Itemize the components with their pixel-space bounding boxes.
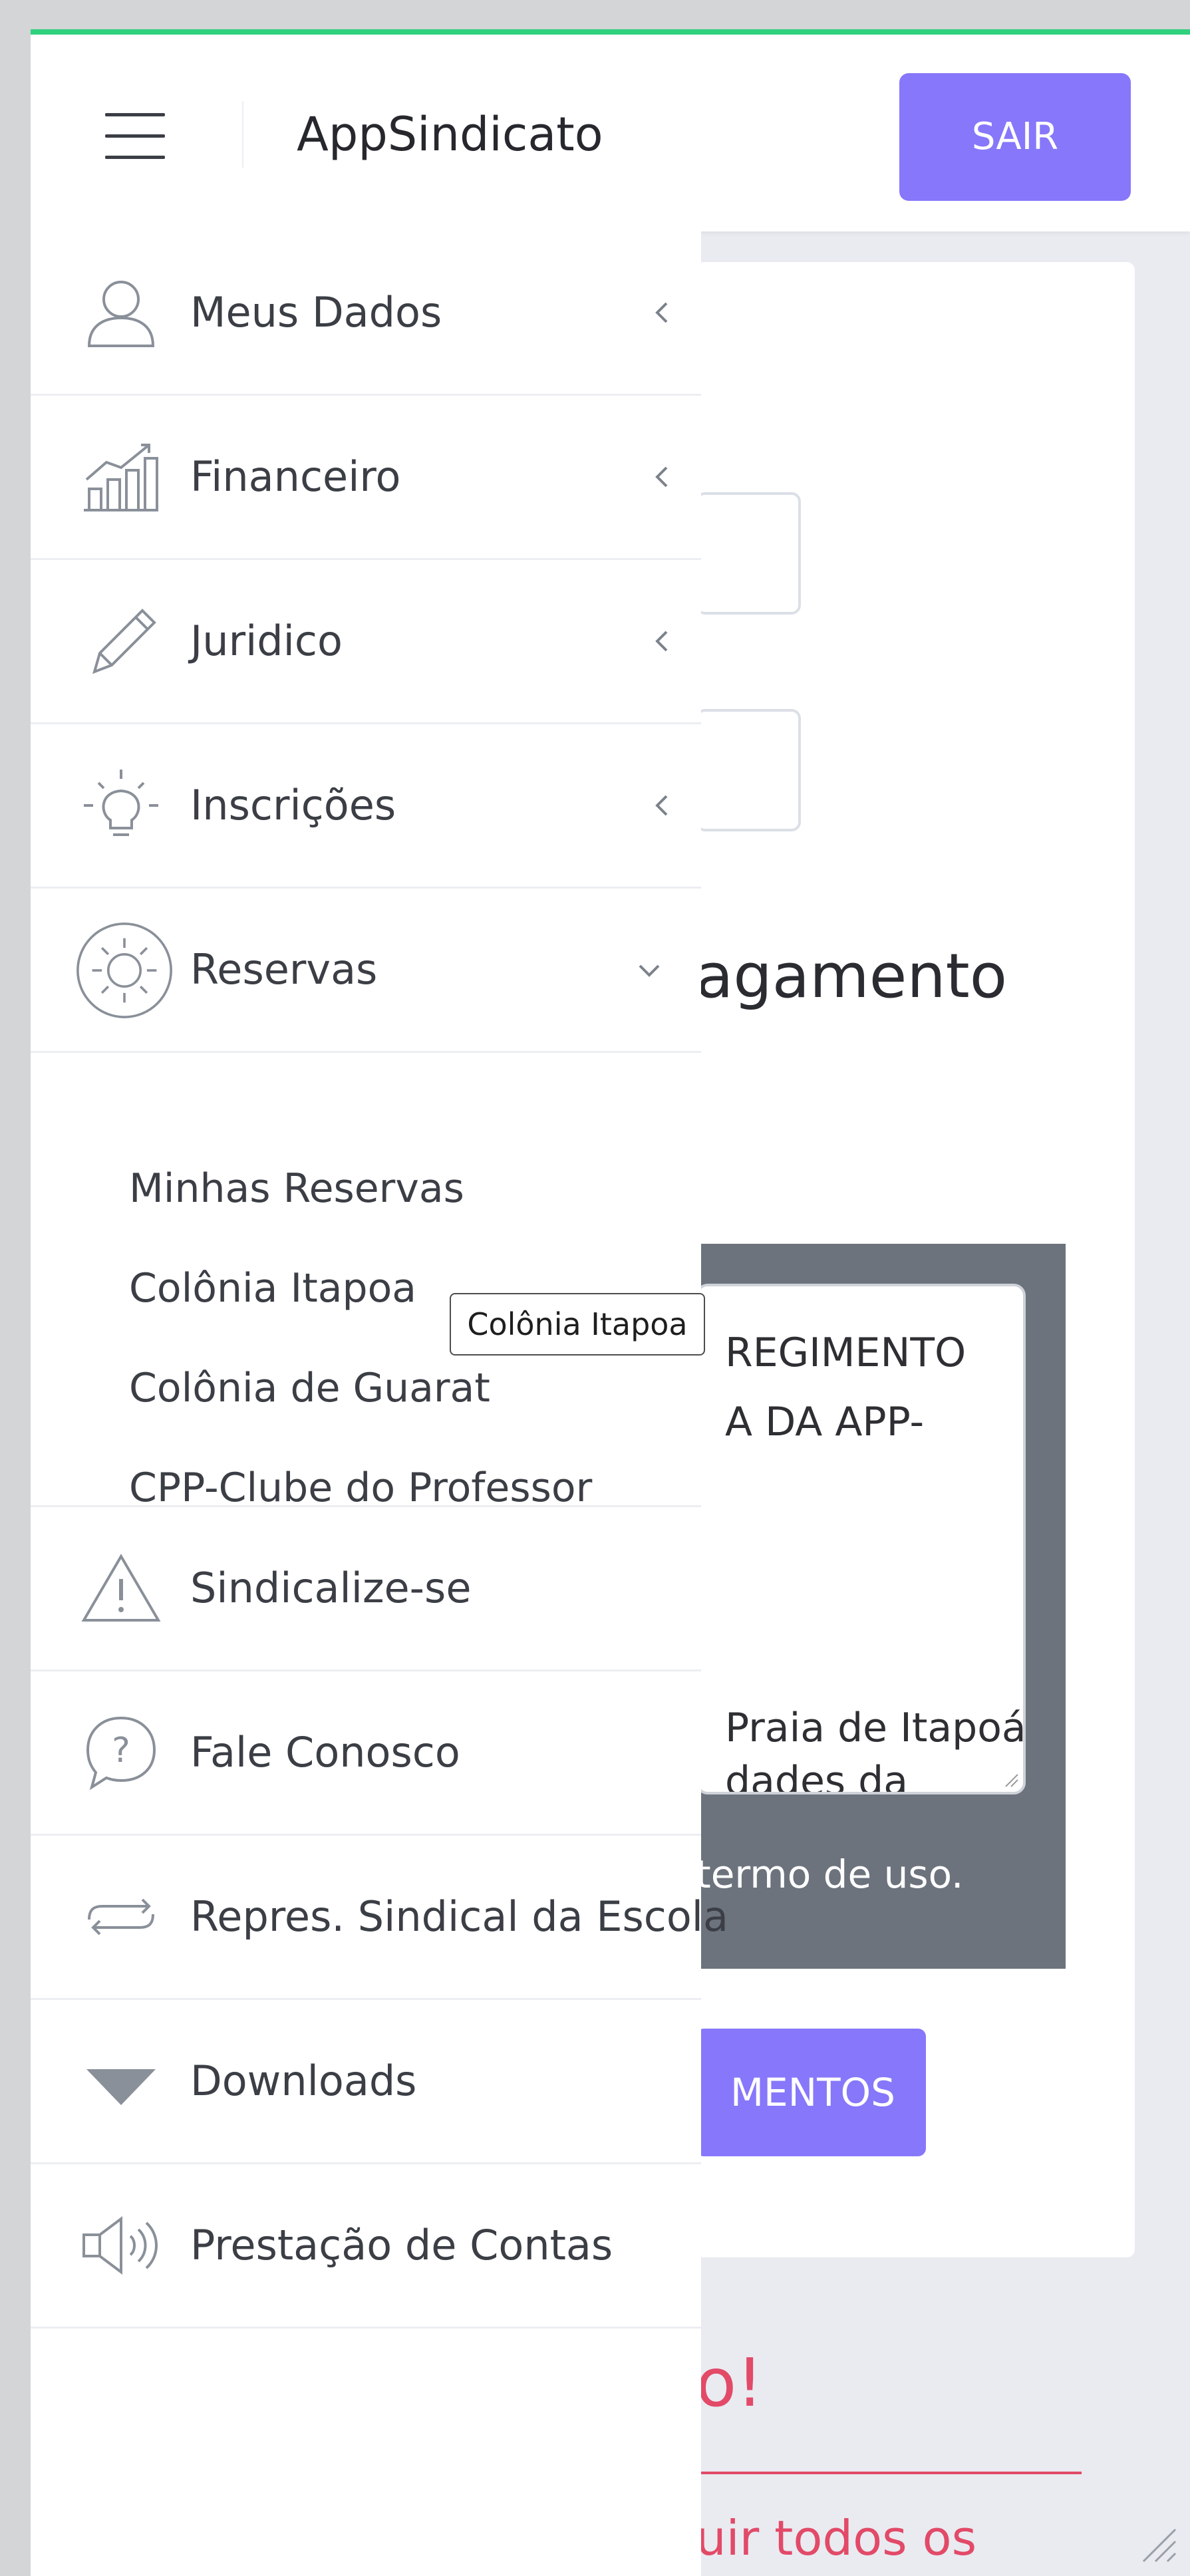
- sidebar-item-label: Sindicalize-se: [190, 1564, 472, 1612]
- sidebar-item-fale-conosco[interactable]: ? Fale Conosco: [31, 1671, 701, 1836]
- exchange-icon: [88, 1898, 154, 1935]
- chevron-left-icon: [655, 302, 668, 323]
- sidebar-item-downloads[interactable]: Downloads: [31, 2000, 701, 2164]
- sidebar-item-label: Juridico: [190, 617, 343, 665]
- sidebar-item-label: Prestação de Contas: [190, 2221, 613, 2269]
- lightbulb-icon: [84, 770, 158, 836]
- terms-line: A DA APP-: [725, 1399, 925, 1445]
- terms-line: dades da: [725, 1758, 909, 1794]
- terms-note: termo de uso.: [696, 1852, 964, 1897]
- sidebar-item-repres-sindical[interactable]: Repres. Sindical da Escola: [31, 1836, 728, 2000]
- pencil-icon: [92, 609, 156, 674]
- sidebar-item-label: Downloads: [190, 2057, 417, 2105]
- svg-text:?: ?: [112, 1731, 130, 1771]
- sidebar-item-label: Repres. Sindical da Escola: [190, 1892, 729, 1941]
- chevron-down-icon: [639, 964, 660, 977]
- sidebar-item-inscricoes[interactable]: Inscrições: [31, 724, 701, 889]
- chevron-left-icon: [655, 795, 668, 816]
- question-icon: ?: [86, 1716, 156, 1790]
- triangle-down-icon: [86, 2069, 156, 2105]
- sidebar-item-prestacao-contas[interactable]: Prestação de Contas: [31, 2164, 701, 2329]
- sidebar-item-meus-dados[interactable]: Meus Dados: [31, 231, 701, 396]
- submenu-item-colonia-itapoa[interactable]: Colônia Itapoa: [129, 1255, 416, 1322]
- terms-line: REGIMENTO: [725, 1330, 967, 1376]
- top-header: AppSindicato SAIR: [31, 35, 1190, 231]
- header-separator: [242, 101, 243, 168]
- alert-divider: [696, 2472, 1082, 2474]
- window-resize-icon[interactable]: [1137, 2523, 1177, 2563]
- sidebar-item-financeiro[interactable]: Financeiro: [31, 396, 701, 560]
- brand-title: AppSindicato: [297, 107, 603, 162]
- warning-icon: [81, 1554, 161, 1622]
- hamburger-menu-icon[interactable]: [105, 113, 165, 160]
- top-accent-line: [31, 29, 1190, 35]
- chevron-left-icon: [655, 466, 668, 488]
- section-title: agamento: [696, 940, 1008, 1012]
- chevron-left-icon: [655, 631, 668, 652]
- alert-title: o!: [696, 2344, 764, 2422]
- sidebar-item-label: Inscrições: [190, 781, 396, 829]
- sidebar-item-label: Meus Dados: [190, 288, 442, 337]
- sidebar-menu: Meus Dados Financeiro Juridico Inscriçõe…: [31, 231, 728, 2576]
- sun-icon: [76, 923, 172, 1018]
- documents-button[interactable]: MENTOS: [696, 2029, 926, 2156]
- submenu-item-colonia-guaratuba[interactable]: Colônia de Guarat: [129, 1355, 490, 1421]
- submenu-item-minhas-reservas[interactable]: Minhas Reservas: [129, 1155, 464, 1222]
- sidebar-item-sindicalize-se[interactable]: Sindicalize-se: [31, 1507, 701, 1671]
- input-field-1[interactable]: [696, 492, 801, 615]
- alert-text: uir todos os: [696, 2510, 977, 2566]
- user-icon: [87, 281, 155, 347]
- app-frame: agamento REGIMENTO A DA APP- Praia de It…: [31, 29, 1190, 2576]
- sidebar-item-juridico[interactable]: Juridico: [31, 560, 701, 724]
- terms-line: Praia de Itapoá: [725, 1705, 1026, 1751]
- tooltip: Colônia Itapoa: [450, 1293, 705, 1356]
- terms-textarea[interactable]: REGIMENTO A DA APP- Praia de Itapoá dade…: [696, 1284, 1026, 1794]
- logout-button[interactable]: SAIR: [899, 73, 1131, 201]
- sidebar-item-reservas[interactable]: Reservas: [31, 889, 701, 1053]
- textarea-resize-icon[interactable]: [1003, 1772, 1019, 1788]
- sidebar-item-label: Fale Conosco: [190, 1728, 460, 1777]
- sidebar-item-label: Financeiro: [190, 452, 401, 501]
- sidebar-item-label: Reservas: [190, 945, 378, 994]
- input-field-2[interactable]: [696, 709, 801, 831]
- chart-icon: [84, 444, 158, 511]
- megaphone-icon: [82, 2216, 158, 2275]
